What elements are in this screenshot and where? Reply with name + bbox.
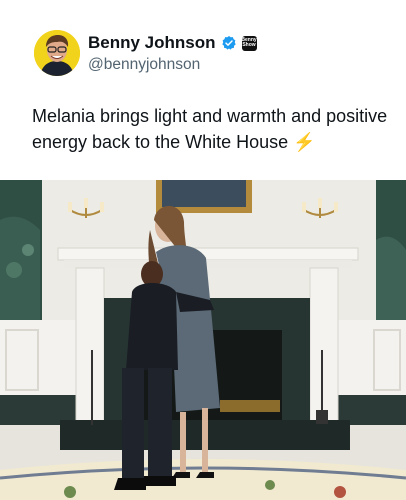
author-name[interactable]: Benny Johnson [88, 33, 216, 53]
avatar[interactable] [34, 30, 80, 76]
post-text-body: Melania brings light and warmth and posi… [32, 106, 388, 152]
avatar-image [34, 30, 80, 76]
affiliate-badge-icon[interactable]: Benny Show [241, 35, 257, 51]
verified-badge-icon [221, 36, 236, 50]
lightning-emoji: ⚡ [293, 132, 316, 152]
post-photo[interactable] [0, 180, 406, 500]
affiliate-badge-line2: Show [242, 42, 256, 48]
post-text: Melania brings light and warmth and posi… [32, 103, 392, 155]
photo-image [0, 180, 406, 500]
author-handle[interactable]: @bennyjohnson [88, 56, 200, 74]
author-name-row: Benny Johnson Benny Show [88, 33, 257, 53]
post-header: Benny Johnson Benny Show @bennyjohnson [0, 0, 406, 100]
